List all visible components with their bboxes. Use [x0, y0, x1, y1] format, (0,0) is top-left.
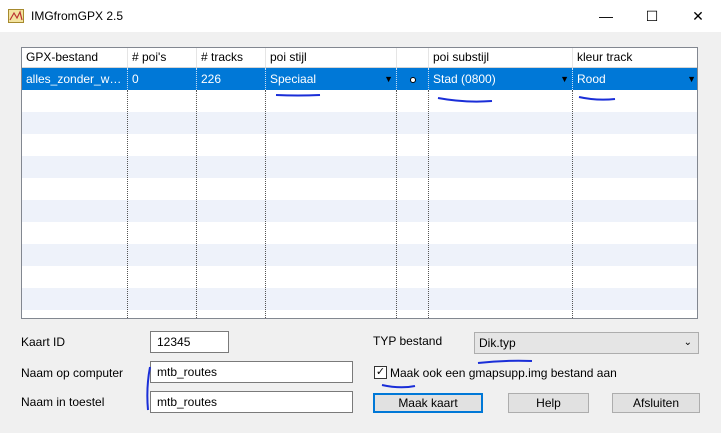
table-row[interactable]	[22, 134, 697, 156]
chevron-down-icon: ⌄	[683, 337, 692, 348]
col-header-poi-substijl[interactable]: poi substijl	[429, 48, 573, 67]
cell-track-count[interactable]: 226	[197, 68, 266, 90]
naam-toestel-label: Naam in toestel	[21, 395, 105, 409]
gpx-grid[interactable]: GPX-bestand # poi's # tracks poi stijl p…	[21, 47, 698, 319]
column-divider	[428, 90, 429, 318]
gmapsupp-checkbox[interactable]: ✓	[374, 366, 387, 379]
col-header-gpx-bestand[interactable]: GPX-bestand	[22, 48, 128, 67]
cell-poi-substyle-dropdown[interactable]: Stad (0800) ▼	[429, 68, 573, 90]
col-header-blank[interactable]	[397, 48, 429, 67]
table-row[interactable]	[22, 112, 697, 134]
typ-bestand-value: Dik.typ	[479, 336, 516, 350]
afsluiten-button[interactable]: Afsluiten	[612, 393, 700, 413]
table-row[interactable]	[22, 200, 697, 222]
help-button[interactable]: Help	[508, 393, 589, 413]
col-header-kleur-track[interactable]: kleur track	[573, 48, 697, 67]
underline-mark	[477, 359, 533, 364]
track-color-value: Rood	[577, 72, 606, 86]
dropdown-arrow-icon[interactable]: ▼	[687, 68, 696, 90]
dot-icon	[409, 76, 416, 83]
col-header-poi-count[interactable]: # poi's	[128, 48, 197, 67]
table-row[interactable]	[22, 288, 697, 310]
table-row[interactable]	[22, 90, 697, 112]
column-divider	[396, 90, 397, 318]
table-row[interactable]	[22, 156, 697, 178]
minimize-button[interactable]: —	[583, 0, 629, 32]
maak-kaart-button[interactable]: Maak kaart	[373, 393, 483, 413]
col-header-track-count[interactable]: # tracks	[197, 48, 266, 67]
cell-poi-style-dropdown[interactable]: Speciaal ▼	[266, 68, 397, 90]
table-row-selected[interactable]: alles_zonder_way... 0 226 Speciaal ▼ Sta…	[22, 68, 697, 90]
close-button[interactable]: ✕	[675, 0, 721, 32]
gmapsupp-label[interactable]: Maak ook een gmapsupp.img bestand aan	[390, 366, 617, 380]
title-bar: IMGfromGPX 2.5 — ☐ ✕	[0, 0, 721, 32]
app-icon	[8, 9, 24, 23]
dropdown-arrow-icon[interactable]: ▼	[384, 68, 393, 90]
table-row[interactable]	[22, 266, 697, 288]
cell-marker[interactable]	[397, 68, 429, 90]
window-title: IMGfromGPX 2.5	[31, 9, 124, 23]
typ-bestand-label: TYP bestand	[373, 334, 443, 348]
column-divider	[265, 90, 266, 318]
cell-track-color-dropdown[interactable]: Rood ▼	[573, 68, 697, 90]
column-divider	[127, 90, 128, 318]
column-divider	[196, 90, 197, 318]
column-divider	[572, 90, 573, 318]
cell-gpx-file[interactable]: alles_zonder_way...	[22, 68, 128, 90]
table-row[interactable]	[22, 244, 697, 266]
dropdown-arrow-icon[interactable]: ▼	[560, 68, 569, 90]
naam-toestel-input[interactable]: mtb_routes	[150, 391, 353, 413]
table-row[interactable]	[22, 178, 697, 200]
maximize-button[interactable]: ☐	[629, 0, 675, 32]
grid-header: GPX-bestand # poi's # tracks poi stijl p…	[22, 48, 697, 68]
table-row[interactable]	[22, 310, 697, 318]
typ-bestand-select[interactable]: Dik.typ ⌄	[474, 332, 699, 354]
table-row[interactable]	[22, 222, 697, 244]
poi-style-value: Speciaal	[270, 72, 317, 86]
poi-substyle-value: Stad (0800)	[433, 72, 496, 86]
col-header-poi-stijl[interactable]: poi stijl	[266, 48, 397, 67]
underline-mark	[381, 384, 416, 389]
naam-computer-input[interactable]: mtb_routes	[150, 361, 353, 383]
kaart-id-input[interactable]: 12345	[150, 331, 229, 353]
kaart-id-label: Kaart ID	[21, 335, 66, 349]
naam-computer-label: Naam op computer	[21, 366, 124, 380]
cell-poi-count[interactable]: 0	[128, 68, 197, 90]
